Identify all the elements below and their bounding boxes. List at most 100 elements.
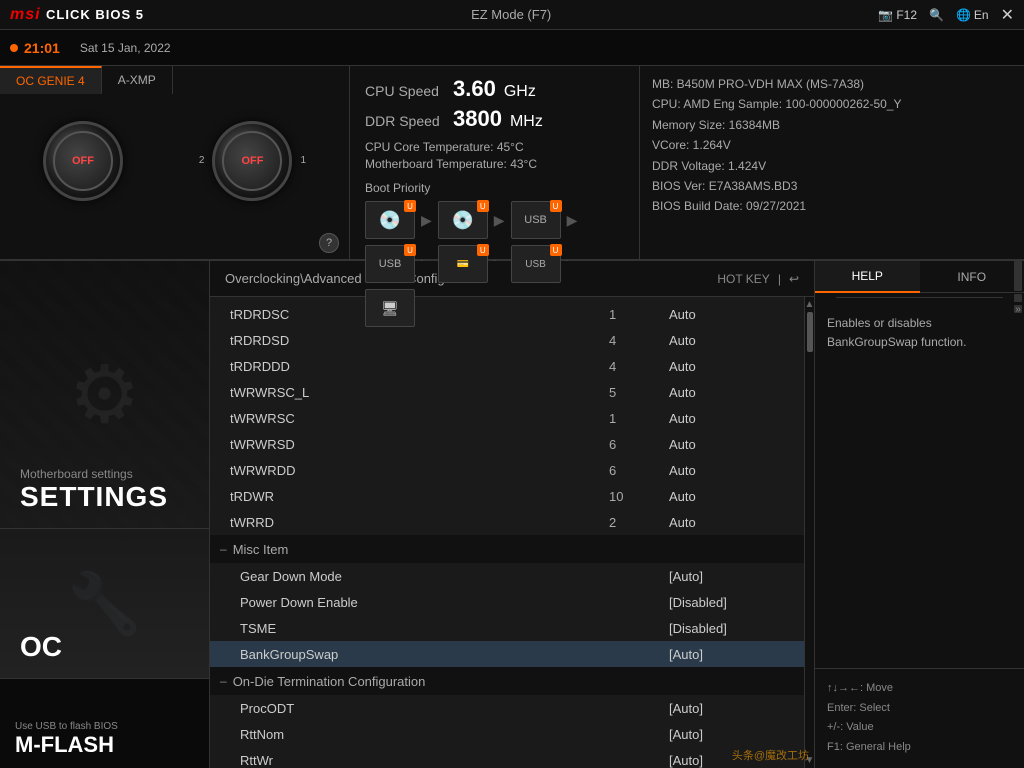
config-item-twrwrsd[interactable]: tWRWRSD 6 Auto: [210, 431, 804, 457]
search-control[interactable]: 🔍: [929, 8, 944, 22]
screenshot-control[interactable]: 📷 F12: [878, 8, 917, 22]
sidebar-mflash[interactable]: Use USB to flash BIOS M-FLASH: [0, 678, 209, 768]
knob-left: OFF: [43, 121, 123, 201]
help-footer-value: +/-: Value: [827, 718, 1012, 738]
top-right-controls: 📷 F12 🔍 🌐 En ✕: [878, 5, 1014, 25]
knob-oc-genie[interactable]: OFF: [43, 121, 123, 201]
network-icon: 🖥: [381, 300, 399, 317]
expand-icon[interactable]: »: [1014, 305, 1022, 313]
sidebar-settings[interactable]: ⚙ Motherboard settings SETTINGS: [0, 261, 209, 528]
tab-info[interactable]: INFO: [920, 261, 1024, 293]
panel-handle-1[interactable]: [1014, 261, 1022, 291]
scroll-up-arrow[interactable]: ▲: [805, 299, 814, 310]
vcore-info-row: VCore: 1.264V: [652, 135, 1012, 155]
config-item-powerdown[interactable]: Power Down Enable [Disabled]: [210, 589, 804, 615]
boot-device-usb4[interactable]: USB U: [511, 245, 561, 283]
sidebar: ⚙ Motherboard settings SETTINGS 🔧 OC Use…: [0, 261, 210, 768]
config-item-twrwrsc[interactable]: tWRWRSC 1 Auto: [210, 405, 804, 431]
oc-sidebar-title: OC: [20, 631, 62, 663]
config-item-twrwrscl[interactable]: tWRWRSC_L 5 Auto: [210, 379, 804, 405]
boot-device-net[interactable]: 🖥: [365, 289, 415, 327]
ez-mode-label[interactable]: EZ Mode (F7): [471, 7, 551, 22]
ddr-voltage-row: DDR Voltage: 1.424V: [652, 156, 1012, 176]
mb-info-row: MB: B450M PRO-VDH MAX (MS-7A38): [652, 74, 1012, 94]
boot-arrow-2: ▶: [494, 212, 505, 229]
knob-inner-left: OFF: [53, 131, 113, 191]
config-item-twrrd[interactable]: tWRRD 2 Auto: [210, 509, 804, 535]
scrollbar-thumb[interactable]: [807, 312, 813, 352]
config-item-rttnom[interactable]: RttNom [Auto]: [210, 721, 804, 747]
boot-device-usb3[interactable]: 💳 U: [438, 245, 488, 283]
help-panel: HELP INFO Enables or disables BankGroupS…: [814, 261, 1024, 768]
ddr-speed-label: DDR Speed: [365, 113, 445, 129]
help-button[interactable]: ?: [319, 233, 339, 253]
search-icon: 🔍: [929, 8, 944, 22]
boot-arrow-1: ▶: [421, 212, 432, 229]
scroll-down-arrow[interactable]: ▼: [805, 755, 814, 766]
section-odt-header[interactable]: – On-Die Termination Configuration: [210, 667, 804, 695]
tab-help[interactable]: HELP: [815, 261, 920, 293]
top-bar: msi CLICK BIOS 5 EZ Mode (F7) 📷 F12 🔍 🌐 …: [0, 0, 1024, 30]
hotkey-label: HOT KEY: [717, 272, 769, 286]
boot-device-usb2[interactable]: USB U: [365, 245, 415, 283]
section-misc-header[interactable]: – Misc Item: [210, 535, 804, 563]
tab-a-xmp[interactable]: A-XMP: [102, 66, 173, 94]
config-item-trdwr[interactable]: tRDWR 10 Auto: [210, 483, 804, 509]
boot-device-dvd[interactable]: 💿 U: [438, 201, 488, 239]
back-icon[interactable]: ↩: [789, 272, 799, 286]
knob-a-xmp[interactable]: OFF: [212, 121, 292, 201]
boot-device-usb1[interactable]: USB U: [511, 201, 561, 239]
help-divider: [836, 297, 1003, 298]
usb-label-1: USB: [524, 214, 547, 226]
config-item-geardown[interactable]: Gear Down Mode [Auto]: [210, 563, 804, 589]
cpu-info-row: CPU: AMD Eng Sample: 100-000000262-50_Y: [652, 94, 1012, 114]
help-footer-move: ↑↓→←: Move: [827, 679, 1012, 699]
config-item-trdrddd[interactable]: tRDRDDD 4 Auto: [210, 353, 804, 379]
memory-info-row: Memory Size: 16384MB: [652, 115, 1012, 135]
content-area: ⚙ Motherboard settings SETTINGS 🔧 OC Use…: [0, 261, 1024, 768]
config-item-bankgroupswap[interactable]: BankGroupSwap [Auto]: [210, 641, 804, 667]
knob-right-container: 2 OFF 1: [199, 121, 306, 201]
cpu-speed-value: 3.60: [453, 76, 496, 102]
sidebar-oc[interactable]: 🔧 OC: [0, 528, 209, 678]
ddr-speed-row: DDR Speed 3800 MHz: [365, 106, 624, 132]
info-panel: MB: B450M PRO-VDH MAX (MS-7A38) CPU: AMD…: [640, 66, 1024, 259]
ddr-speed-value: 3800: [453, 106, 502, 132]
boot-tag-3: U: [550, 200, 562, 212]
config-item-procodt[interactable]: ProcODT [Auto]: [210, 695, 804, 721]
minus-icon: –: [220, 542, 227, 556]
config-item-rttwr[interactable]: RttWr [Auto]: [210, 747, 804, 768]
language-control[interactable]: 🌐 En: [956, 8, 989, 22]
clock-dot: [10, 44, 18, 52]
oc-knobs-area: OFF 2 OFF 1: [0, 94, 349, 227]
config-item-trdrdsc[interactable]: tRDRDSC 1 Auto: [210, 301, 804, 327]
boot-device-hdd[interactable]: 💿 U: [365, 201, 415, 239]
tab-oc-genie[interactable]: OC GENIE 4: [0, 66, 102, 94]
msi-logo: msi CLICK BIOS 5: [10, 6, 144, 24]
config-item-trdrdsd[interactable]: tRDRDSD 4 Auto: [210, 327, 804, 353]
config-panel: Overclocking\Advanced DRAM Configuration…: [210, 261, 814, 768]
config-item-twrwrdd[interactable]: tWRWRDD 6 Auto: [210, 457, 804, 483]
knob-inner-right: OFF: [222, 131, 282, 191]
temp-info: CPU Core Temperature: 45°C Motherboard T…: [365, 140, 624, 171]
panel-handle-2: [1014, 294, 1022, 302]
scrollbar[interactable]: ▲ ▼: [804, 297, 814, 768]
mflash-subtitle: Use USB to flash BIOS: [15, 721, 118, 732]
help-footer-enter: Enter: Select: [827, 699, 1012, 719]
cpu-speed-label: CPU Speed: [365, 83, 445, 99]
oc-tabs: OC GENIE 4 A-XMP: [0, 66, 349, 94]
settings-subtitle: Motherboard settings: [20, 467, 133, 481]
knob-right-num: 1: [300, 155, 306, 166]
card-icon: 💳: [457, 259, 469, 270]
hotkey-area: HOT KEY | ↩: [717, 272, 799, 286]
clock-time: 21:01: [24, 40, 60, 56]
close-button[interactable]: ✕: [1001, 5, 1014, 25]
config-item-tsme[interactable]: TSME [Disabled]: [210, 615, 804, 641]
config-list: tRDRDSC 1 Auto tRDRDSD 4 Auto tRDRDDD 4 …: [210, 297, 804, 768]
help-content: Enables or disables BankGroupSwap functi…: [815, 302, 1024, 497]
camera-icon: 📷: [878, 8, 893, 22]
help-footer-f1: F1: General Help: [827, 738, 1012, 758]
mb-temp: Motherboard Temperature: 43°C: [365, 157, 624, 171]
help-tabs: HELP INFO: [815, 261, 1024, 293]
speed-info: CPU Speed 3.60 GHz DDR Speed 3800 MHz CP…: [350, 66, 640, 259]
